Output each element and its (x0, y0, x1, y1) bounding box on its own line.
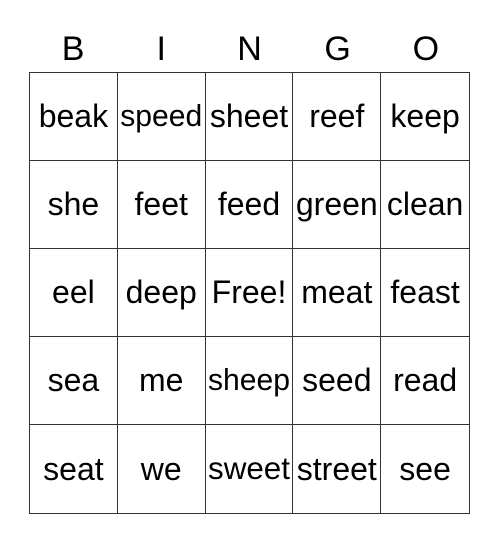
cell-word: seat (43, 450, 104, 487)
bingo-cell: sheep (205, 337, 294, 425)
bingo-cell: see (381, 425, 469, 513)
cell-word: clean (386, 186, 464, 222)
cell-word: sheep (208, 363, 290, 397)
bingo-header: B I N G O (29, 26, 470, 72)
bingo-cell: reef (293, 73, 382, 161)
bingo-card: beak speed sheet reef keep she feet feed green cl… (29, 72, 470, 514)
cell-word: feast (390, 274, 460, 310)
cell-word: sea (47, 362, 100, 398)
cell-word: beak (38, 98, 109, 134)
bingo-cell: we (118, 425, 206, 513)
bingo-cell: feet (117, 161, 206, 249)
cell-word: see (399, 450, 451, 487)
bingo-cell: sea (30, 337, 118, 425)
bingo-cell: read (381, 337, 469, 425)
header-letter-g: G (324, 30, 351, 68)
cell-word: feed (217, 186, 281, 222)
bingo-cell: she (30, 161, 118, 249)
cell-word: sheet (209, 98, 289, 134)
cell-word: reef (309, 98, 365, 134)
cell-word: sweet (208, 451, 290, 486)
header-letter-o: O (412, 30, 440, 68)
cell-word: feet (134, 186, 188, 222)
cell-word: keep (390, 98, 460, 134)
bingo-cell: Free! (205, 249, 294, 337)
bingo-cell: meat (293, 249, 382, 337)
bingo-cell: clean (381, 161, 469, 249)
bingo-cell: seat (30, 425, 118, 513)
bingo-cell: sheet (205, 73, 294, 161)
cell-word: me (138, 362, 184, 398)
bingo-cell: beak (30, 73, 118, 161)
cell-word: read (393, 362, 458, 398)
bingo-cell: speed (117, 73, 206, 161)
cell-word: speed (120, 99, 203, 133)
bingo-cell: eel (30, 249, 118, 337)
bingo-cell: green (293, 161, 382, 249)
bingo-cell: sweet (206, 425, 294, 513)
cell-word: street (296, 450, 377, 487)
bingo-cell: feast (381, 249, 469, 337)
header-letter-i: I (156, 30, 166, 68)
cell-word: meat (301, 274, 373, 310)
header-letter-b: B (61, 30, 85, 68)
bingo-cell: street (293, 425, 382, 513)
cell-word: deep (125, 274, 197, 310)
bingo-cell: seed (293, 337, 382, 425)
cell-word: we (140, 450, 182, 487)
cell-word: Free! (211, 274, 287, 310)
bingo-cell: deep (117, 249, 206, 337)
cell-word: green (295, 186, 378, 222)
bingo-cell: feed (205, 161, 294, 249)
cell-word: seed (302, 362, 372, 398)
cell-word: eel (52, 274, 95, 310)
bingo-cell: keep (381, 73, 469, 161)
header-letter-n: N (237, 30, 262, 68)
bingo-cell: me (117, 337, 206, 425)
cell-word: she (47, 186, 100, 222)
